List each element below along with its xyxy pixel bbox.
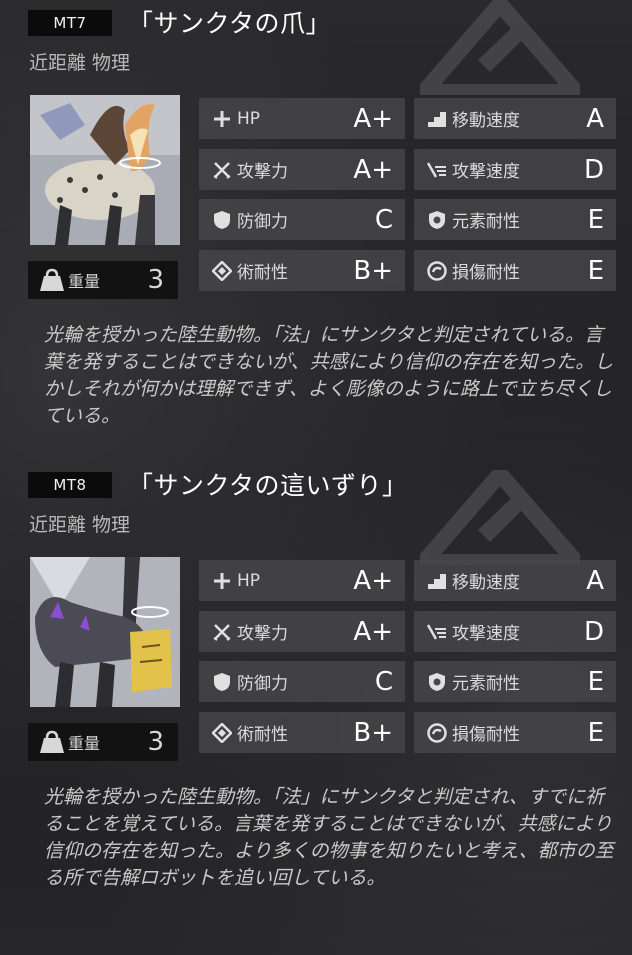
speed-lines-icon [426, 621, 448, 643]
stat-hp: HP A+ [199, 98, 405, 139]
attack-type: 近距離 物理 [29, 52, 131, 74]
plus-icon [211, 570, 233, 592]
stat-grade: A [586, 103, 604, 134]
stat-move-speed: 移動速度 A [414, 98, 616, 139]
stat-label: 移動速度 [452, 573, 520, 593]
enemy-entry-mt8: MT8 「サンクタの這いずり」 近距離 物理 重量 3 HP A+ 攻撃力 A+… [0, 462, 632, 955]
enemy-name: 「サンクタの這いずり」 [128, 471, 408, 500]
stat-label: 損傷耐性 [452, 263, 520, 283]
creature-illustration-icon [30, 557, 180, 707]
creature-illustration-icon [30, 95, 180, 245]
diamond-rune-icon [211, 722, 233, 744]
stat-grade: A [586, 565, 604, 596]
stat-attack-speed: 攻撃速度 D [414, 149, 616, 190]
weight-label: 重量 [68, 734, 101, 753]
crossed-swords-icon [211, 159, 233, 181]
plus-icon [211, 108, 233, 130]
stat-grade: A+ [353, 616, 393, 647]
diamond-rune-icon [211, 260, 233, 282]
stairs-icon [426, 570, 448, 592]
stat-label: HP [237, 570, 261, 591]
stat-label: 攻撃力 [237, 162, 288, 182]
stat-grade: E [587, 204, 604, 235]
stat-label: 攻撃速度 [452, 162, 520, 182]
stat-grade: E [587, 666, 604, 697]
stat-label: 移動速度 [452, 111, 520, 131]
weight-box: 重量 3 [28, 261, 178, 299]
element-shield-icon [426, 209, 448, 231]
stat-label: 防御力 [237, 674, 288, 694]
stat-grade: E [587, 717, 604, 748]
stat-grade: C [374, 666, 393, 697]
element-shield-icon [426, 671, 448, 693]
enemy-code-badge: MT8 [28, 472, 112, 498]
stat-defense: 防御力 C [199, 661, 405, 702]
enemy-code-badge: MT7 [28, 10, 112, 36]
shield-icon [211, 209, 233, 231]
enemy-portrait [30, 95, 180, 245]
faction-logo-icon [420, 470, 580, 565]
stat-hp: HP A+ [199, 560, 405, 601]
enemy-portrait [30, 557, 180, 707]
speed-lines-icon [426, 159, 448, 181]
faction-logo-icon [420, 0, 580, 95]
weight-icon [40, 268, 64, 291]
weight-box: 重量 3 [28, 723, 178, 761]
enemy-description: 光輪を授かった陸生動物。「法」にサンクタと判定され、すでに祈ることを覚えている。… [44, 786, 614, 889]
stat-label: 攻撃速度 [452, 624, 520, 644]
stat-defense: 防御力 C [199, 199, 405, 240]
enemy-name: 「サンクタの爪」 [128, 9, 332, 38]
stat-label: 防御力 [237, 212, 288, 232]
weight-label: 重量 [68, 272, 101, 291]
stat-label: 損傷耐性 [452, 725, 520, 745]
enemy-description: 光輪を授かった陸生動物。「法」にサンクタと判定されている。言葉を発することはでき… [44, 324, 614, 427]
enemy-entry-mt7: MT7 「サンクタの爪」 近距離 物理 重量 3 HP A+ 攻撃力 A+ 防御… [0, 0, 632, 462]
stat-move-speed: 移動速度 A [414, 560, 616, 601]
stat-grade: D [583, 616, 604, 647]
stat-grade: E [587, 255, 604, 286]
stat-attack-speed: 攻撃速度 D [414, 611, 616, 652]
stat-elemental-resistance: 元素耐性 E [414, 199, 616, 240]
stat-grade: D [583, 154, 604, 185]
stat-grade: B+ [353, 717, 393, 748]
crossed-swords-icon [211, 621, 233, 643]
stat-label: HP [237, 108, 261, 129]
shield-icon [211, 671, 233, 693]
stat-label: 元素耐性 [452, 212, 520, 232]
stat-damage-resistance: 損傷耐性 E [414, 712, 616, 753]
stat-arts-resistance: 術耐性 B+ [199, 250, 405, 291]
stat-label: 術耐性 [237, 725, 288, 745]
stat-label: 攻撃力 [237, 624, 288, 644]
stat-attack: 攻撃力 A+ [199, 149, 405, 190]
stat-grade: A+ [353, 103, 393, 134]
weight-icon [40, 730, 64, 753]
stat-elemental-resistance: 元素耐性 E [414, 661, 616, 702]
swirl-icon [426, 722, 448, 744]
stat-arts-resistance: 術耐性 B+ [199, 712, 405, 753]
stat-label: 術耐性 [237, 263, 288, 283]
stat-damage-resistance: 損傷耐性 E [414, 250, 616, 291]
stat-attack: 攻撃力 A+ [199, 611, 405, 652]
stat-grade: C [374, 204, 393, 235]
attack-type: 近距離 物理 [29, 514, 131, 536]
stat-label: 元素耐性 [452, 674, 520, 694]
stat-grade: A+ [353, 154, 393, 185]
stat-grade: B+ [353, 255, 393, 286]
swirl-icon [426, 260, 448, 282]
stat-grade: A+ [353, 565, 393, 596]
stairs-icon [426, 108, 448, 130]
weight-value: 3 [147, 265, 164, 295]
weight-value: 3 [147, 727, 164, 757]
